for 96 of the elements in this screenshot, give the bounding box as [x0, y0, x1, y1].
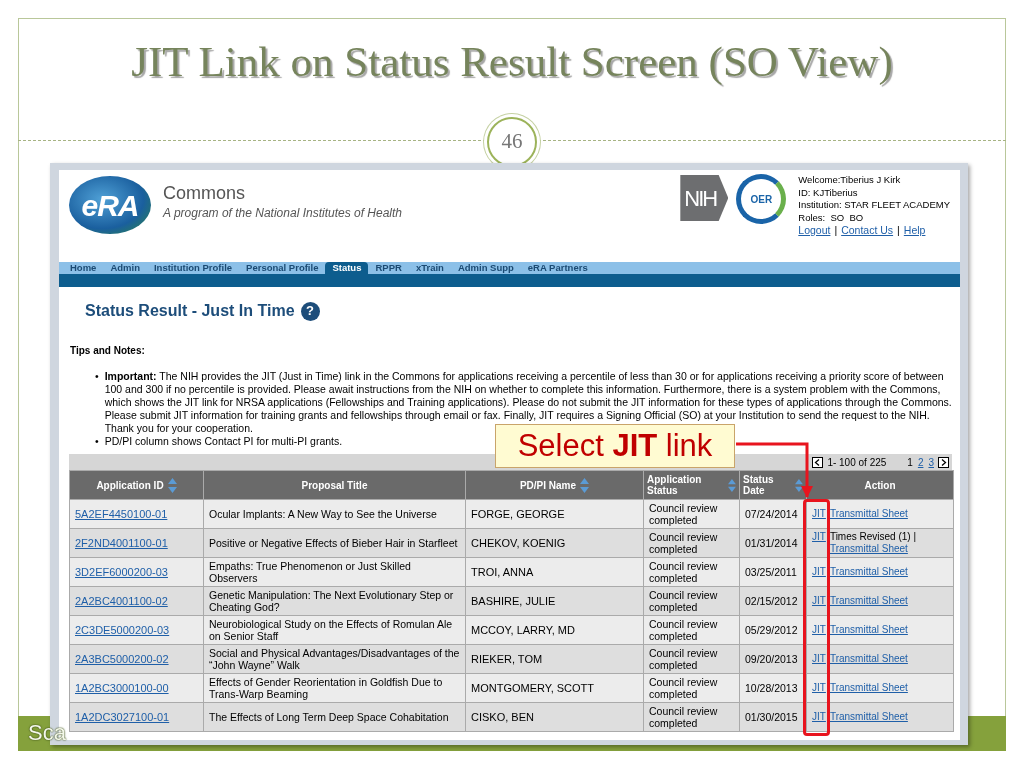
bullet-mark: • [95, 435, 99, 448]
transmittal-link[interactable]: Transmittal Sheet [829, 508, 908, 519]
application-id-link[interactable]: 2C3DE5000200-03 [75, 624, 170, 636]
table-cell: Council review completed [643, 528, 740, 558]
jit-link[interactable]: JIT [812, 624, 826, 636]
table-cell: MONTGOMERY, SCOTT [465, 673, 644, 703]
page-range: 1- 100 of 225 [827, 455, 887, 470]
logo-subtitle: A program of the National Institutes of Health [163, 204, 402, 222]
page-link[interactable]: 1 [907, 454, 913, 470]
table-cell: Positive or Negative Effects of Bieber Hair in Starfleet [203, 528, 466, 558]
column-header[interactable]: Status Date [739, 470, 807, 500]
transmittal-link[interactable]: Transmittal Sheet [829, 653, 908, 664]
nav-tab[interactable]: Status [325, 262, 369, 274]
table-cell: Council review completed [643, 499, 740, 529]
jit-link[interactable]: JIT [812, 682, 826, 694]
table-cell: The Effects of Long Term Deep Space Cohabitation [203, 702, 466, 732]
transmittal-link[interactable]: Transmittal Sheet [829, 682, 908, 693]
table-cell: Genetic Manipulation: The Next Evolutionary Step or Cheating God? [203, 586, 466, 616]
application-id-link[interactable]: 2A2BC4001100-02 [75, 595, 168, 607]
table-cell: MCCOY, LARRY, MD [465, 615, 644, 645]
user-info: Institution: STAR FLEET ACADEMY [798, 199, 950, 212]
table-cell: Council review completed [643, 615, 740, 645]
nav-tab[interactable]: Personal Profile [239, 262, 326, 274]
oer-logo: OER [736, 174, 787, 224]
header-link[interactable]: Contact Us [841, 224, 894, 237]
header-link[interactable]: Logout [798, 224, 831, 237]
slide-title: JIT Link on Status Result Screen (SO View) [130, 37, 894, 87]
page-link[interactable]: 2 [917, 454, 924, 470]
table-cell: Council review completed [643, 644, 740, 674]
table-cell: Ocular Implants: A New Way to See the Universe [203, 499, 466, 529]
column-header[interactable]: Application Status [643, 470, 740, 500]
jit-link[interactable]: JIT [812, 595, 826, 607]
user-info: Welcome:Tiberius J Kirk [798, 174, 902, 187]
table-cell: Council review completed [643, 586, 740, 616]
transmittal-link[interactable]: Transmittal Sheet [829, 711, 908, 722]
tips-heading: Tips and Notes: [70, 344, 146, 358]
table-cell: CHEKOV, KOENIG [465, 528, 644, 558]
next-page-icon[interactable] [938, 456, 949, 468]
sort-icon [728, 477, 736, 493]
table-cell: FORGE, GEORGE [465, 499, 644, 529]
user-info: Roles: SO BO [798, 211, 865, 224]
era-logo: eRA [69, 176, 151, 234]
sort-icon [795, 477, 803, 493]
page-title: Status Result - Just In Time [85, 301, 295, 321]
table-cell: TROI, ANNA [465, 557, 644, 587]
table-cell: Effects of Gender Reorientation in Goldfish Due to Trans-Warp Beaming [203, 673, 466, 703]
table-cell: Neurobiological Study on the Effects of Romulan Ale on Senior Staff [203, 615, 466, 645]
link-separator: | [897, 224, 900, 237]
link-separator: | [834, 224, 838, 237]
nav-tab[interactable]: Admin [103, 262, 147, 274]
transmittal-link[interactable]: Transmittal Sheet [829, 595, 908, 606]
header-link[interactable]: Help [903, 224, 926, 237]
application-id-link[interactable]: 3D2EF6000200-03 [75, 566, 168, 578]
sort-icon [580, 477, 590, 493]
nav-tab[interactable]: RPPR [368, 262, 409, 274]
table-cell: BASHIRE, JULIE [465, 586, 644, 616]
jit-link[interactable]: JIT [812, 566, 826, 578]
help-icon[interactable]: ? [300, 301, 320, 321]
table-cell: Social and Physical Advantages/Disadvantages of the “John Wayne” Walk [203, 644, 466, 674]
bullet-mark: • [95, 370, 99, 384]
user-info: ID: KJTiberius [798, 186, 859, 199]
nih-logo: NIH [680, 175, 729, 221]
table-cell: Council review completed [643, 557, 740, 587]
application-id-link[interactable]: 1A2DC3027100-01 [75, 711, 170, 723]
application-id-link[interactable]: 2F2ND4001100-01 [75, 537, 168, 549]
column-header[interactable]: PD/PI Name [465, 470, 644, 500]
previous-page-icon[interactable] [812, 456, 824, 468]
application-id-link[interactable]: 5A2EF4450100-01 [75, 508, 168, 520]
page-link[interactable]: 3 [928, 454, 934, 470]
jit-link[interactable]: JIT [812, 508, 826, 520]
callout-label: Select JIT link [495, 424, 735, 468]
column-header: Proposal Title [203, 470, 466, 500]
table-cell: RIEKER, TOM [465, 644, 644, 674]
transmittal-link[interactable]: Transmittal Sheet [829, 543, 908, 554]
application-id-link[interactable]: 1A2BC3000100-00 [75, 682, 169, 694]
column-header: Action [806, 470, 954, 500]
table-cell: Empaths: True Phenomenon or Just Skilled Observers [203, 557, 466, 587]
nav-tab[interactable]: Admin Supp [450, 262, 521, 274]
transmittal-link[interactable]: Transmittal Sheet [829, 566, 908, 577]
sort-icon [167, 477, 177, 493]
table-cell: CISKO, BEN [465, 702, 644, 732]
jit-link[interactable]: JIT [812, 711, 826, 723]
logo-title: Commons [163, 184, 247, 204]
table-cell: Council review completed [643, 673, 740, 703]
tip-text: PD/PI column shows Contact PI for multi-PI grants. [104, 435, 343, 448]
application-id-link[interactable]: 2A3BC5000200-02 [75, 653, 169, 665]
nav-tab[interactable]: Home [63, 262, 104, 274]
transmittal-link[interactable]: Transmittal Sheet [829, 624, 908, 635]
jit-link[interactable]: JIT [812, 531, 826, 555]
column-header[interactable]: Application ID [69, 470, 204, 500]
revision-note: Times Revised (1) | [829, 531, 917, 542]
table-cell: Council review completed [643, 702, 740, 732]
nav-tab[interactable]: eRA Partners [520, 262, 595, 274]
nav-tab[interactable]: xTrain [408, 262, 451, 274]
jit-link[interactable]: JIT [812, 653, 826, 665]
nav-tab[interactable]: Institution Profile [146, 262, 240, 274]
